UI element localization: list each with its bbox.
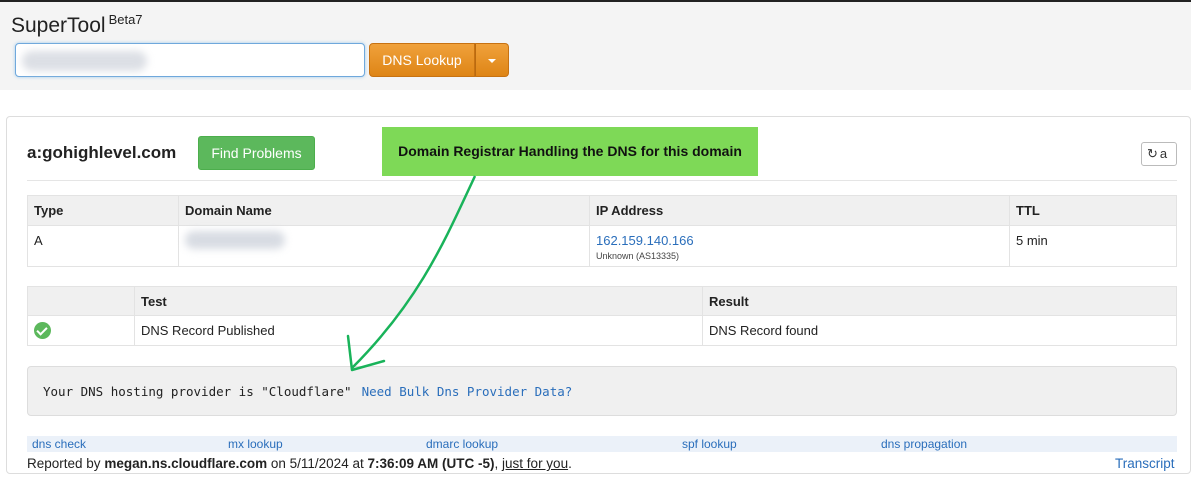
divider [27, 180, 1177, 181]
record-ttl: 5 min [1009, 225, 1177, 267]
find-problems-button[interactable]: Find Problems [198, 136, 315, 170]
column-header-test: Test [134, 286, 703, 316]
dns-provider-box: Your DNS hosting provider is "Cloudflare… [27, 366, 1177, 416]
column-header-domain-name: Domain Name [178, 195, 590, 226]
record-domain-name [178, 225, 590, 267]
refresh-icon: ↻ [1147, 146, 1158, 161]
reported-by-label: Reported by [27, 456, 101, 471]
link-dns-check[interactable]: dns check [32, 437, 86, 451]
column-header-status [27, 286, 135, 316]
beta-label: Beta7 [108, 12, 143, 27]
dns-lookup-button[interactable]: DNS Lookup [369, 43, 475, 77]
column-header-result: Result [702, 286, 1177, 316]
domain-title: a:gohighlevel.com [27, 143, 177, 162]
reporting-server: megan.ns.cloudflare.com [104, 456, 268, 471]
table-row: DNS Record Published DNS Record found [27, 315, 1177, 346]
check-icon [34, 322, 51, 340]
column-header-ip-address: IP Address [589, 195, 1010, 226]
test-results-table: Test Result DNS Record Published DNS Rec… [27, 286, 1177, 346]
lookup-dropdown-caret-icon[interactable] [475, 43, 509, 77]
asn-label: Unknown (AS13335) [596, 251, 680, 261]
test-result: DNS Record found [702, 315, 1177, 346]
status-cell [27, 315, 135, 346]
link-dns-propagation[interactable]: dns propagation [881, 437, 967, 451]
provider-text: Your DNS hosting provider is "Cloudflare… [43, 384, 352, 399]
refresh-label: a [1159, 146, 1168, 161]
test-name: DNS Record Published [134, 315, 703, 346]
link-mx-lookup[interactable]: mx lookup [228, 437, 283, 451]
annotation-callout: Domain Registrar Handling the DNS for th… [382, 127, 758, 176]
record-ip-cell: 162.159.140.166 Unknown (AS13335) [589, 225, 1010, 267]
link-spf-lookup[interactable]: spf lookup [682, 437, 737, 451]
redacted-search-text [22, 51, 147, 71]
top-bar: SuperTool Beta7 DNS Lookup [0, 0, 1191, 90]
report-time: 7:36:09 AM (UTC -5) [367, 456, 495, 471]
ip-address-link[interactable]: 162.159.140.166 [596, 233, 694, 248]
brand-logo[interactable]: SuperTool Beta7 [11, 12, 143, 38]
report-date: on 5/11/2024 at [270, 456, 364, 471]
bulk-provider-link[interactable]: Need Bulk Dns Provider Data? [362, 384, 573, 399]
link-dmarc-lookup[interactable]: dmarc lookup [426, 437, 498, 451]
transcript-link[interactable]: Transcript [1115, 456, 1175, 471]
search-input[interactable] [15, 43, 365, 77]
footer-period: . [568, 456, 572, 471]
just-for-you-link[interactable]: just for you [502, 456, 568, 471]
footer-comma: , [494, 456, 499, 471]
record-type: A [27, 225, 179, 267]
related-tools-bar: dns check mx lookup dmarc lookup spf loo… [27, 436, 1177, 452]
redacted-domain-name [185, 231, 285, 249]
brand-name: SuperTool [11, 14, 106, 37]
report-footer: Reported by megan.ns.cloudflare.com on 5… [27, 456, 572, 471]
column-header-type: Type [27, 195, 179, 226]
refresh-button[interactable]: ↻ a [1141, 142, 1177, 166]
column-header-ttl: TTL [1009, 195, 1177, 226]
dns-records-table: Type Domain Name IP Address TTL A 162.15… [27, 195, 1177, 267]
table-row: A 162.159.140.166 Unknown (AS13335) 5 mi… [27, 225, 1177, 267]
